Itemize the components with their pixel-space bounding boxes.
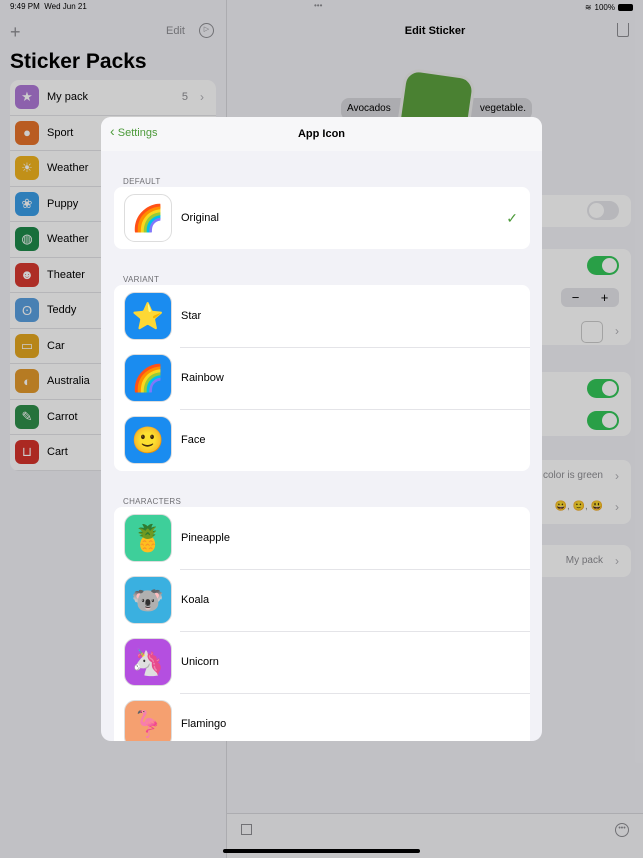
app-icon-label: Unicorn xyxy=(181,656,219,668)
app-icon-preview: 🙂 xyxy=(124,416,172,464)
icon-group: 🌈 Original ✓ xyxy=(114,187,530,249)
app-icon-option[interactable]: 🐨 Koala xyxy=(114,569,530,631)
sheet-header: ‹ Settings App Icon xyxy=(101,117,542,151)
home-indicator[interactable] xyxy=(223,849,420,853)
app-icon-label: Face xyxy=(181,434,206,446)
section-header: VARIANT xyxy=(123,275,160,284)
icon-group: ⭐ Star 🌈 Rainbow 🙂 Face xyxy=(114,285,530,471)
icon-group: 🍍 Pineapple 🐨 Koala 🦄 Unicorn 🦩 Flamingo xyxy=(114,507,530,741)
app-icon-label: Original xyxy=(181,212,219,224)
app-icon-preview: 🐨 xyxy=(124,576,172,624)
app-icon-sheet: ‹ Settings App Icon DEFAULT 🌈 Original ✓ VAR… xyxy=(101,117,542,741)
app-icon-option[interactable]: 🌈 Original ✓ xyxy=(114,187,530,249)
app-icon-preview: 🌈 xyxy=(124,194,172,242)
app-icon-option[interactable]: 🌈 Rainbow xyxy=(114,347,530,409)
app-icon-preview: 🦄 xyxy=(124,638,172,686)
checkmark-icon: ✓ xyxy=(506,209,518,226)
app-icon-option[interactable]: 🦩 Flamingo xyxy=(114,693,530,741)
app-icon-label: Pineapple xyxy=(181,532,230,544)
app-icon-label: Rainbow xyxy=(181,372,224,384)
app-icon-option[interactable]: 🍍 Pineapple xyxy=(114,507,530,569)
app-icon-preview: 🌈 xyxy=(124,354,172,402)
app-icon-label: Star xyxy=(181,310,202,322)
app-icon-preview: 🍍 xyxy=(124,514,172,562)
section-header: CHARACTERS xyxy=(123,497,182,506)
app-icon-option[interactable]: ⭐ Star xyxy=(114,285,530,347)
app-icon-option[interactable]: 🙂 Face xyxy=(114,409,530,471)
section-header: DEFAULT xyxy=(123,177,161,186)
sheet-title: App Icon xyxy=(297,128,346,140)
app-icon-label: Koala xyxy=(181,594,210,606)
app-icon-option[interactable]: 🦄 Unicorn xyxy=(114,631,530,693)
app-icon-label: Flamingo xyxy=(181,718,227,730)
app-icon-preview: 🦩 xyxy=(124,700,172,741)
app-icon-preview: ⭐ xyxy=(124,292,172,340)
